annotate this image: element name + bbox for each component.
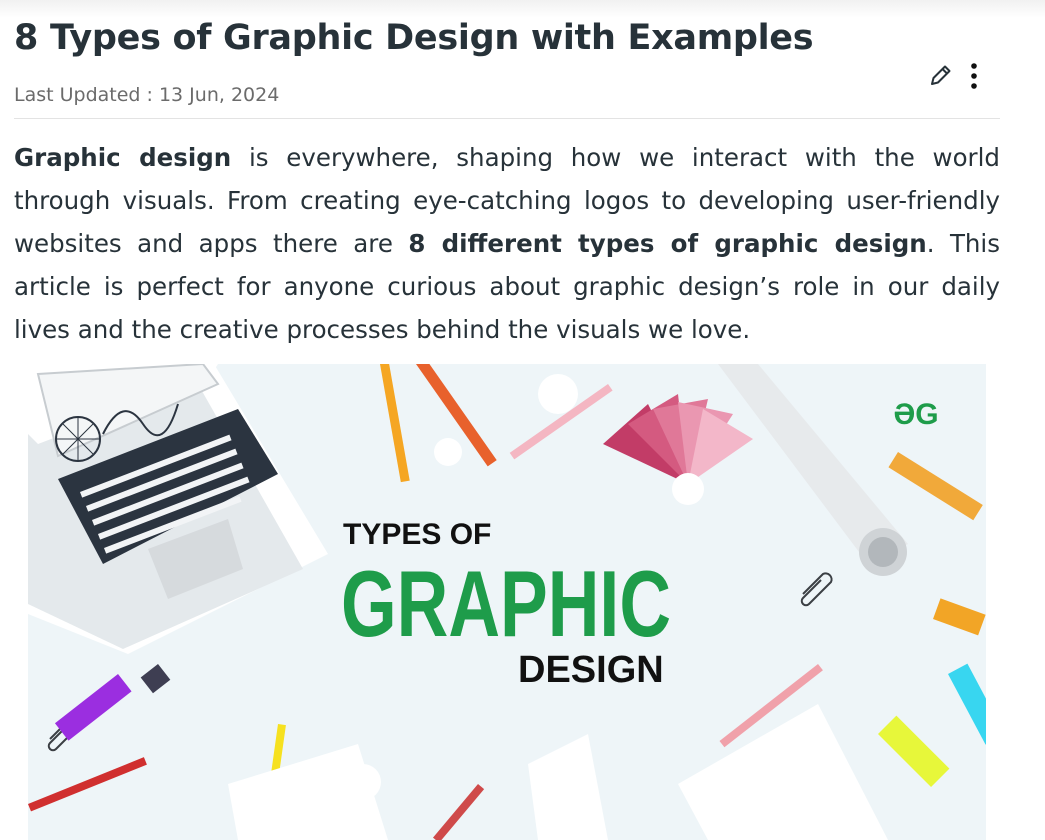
intro-lead-bold: Graphic design xyxy=(14,143,232,172)
banner-line-2: GRAPHIC xyxy=(341,551,671,656)
article-actions xyxy=(926,62,986,94)
title-divider xyxy=(14,118,1000,119)
intro-paragraph: Graphic design is everywhere, shaping ho… xyxy=(14,136,1000,351)
banner-line-3: DESIGN xyxy=(518,649,664,691)
pencil-icon[interactable] xyxy=(926,62,954,90)
banner-logo: ƏG xyxy=(893,398,938,431)
intro-mid-bold: 8 different types of graphic design xyxy=(408,229,927,258)
last-updated: Last Updated : 13 Jun, 2024 xyxy=(14,84,280,106)
banner-line-1: TYPES OF xyxy=(343,518,491,551)
article-title: 8 Types of Graphic Design with Examples xyxy=(14,18,814,58)
kebab-menu-icon[interactable] xyxy=(964,62,984,92)
top-shadow xyxy=(0,0,1045,18)
article-banner-image: ƏG TYPES OF GRAPHIC DESIGN xyxy=(28,364,986,840)
